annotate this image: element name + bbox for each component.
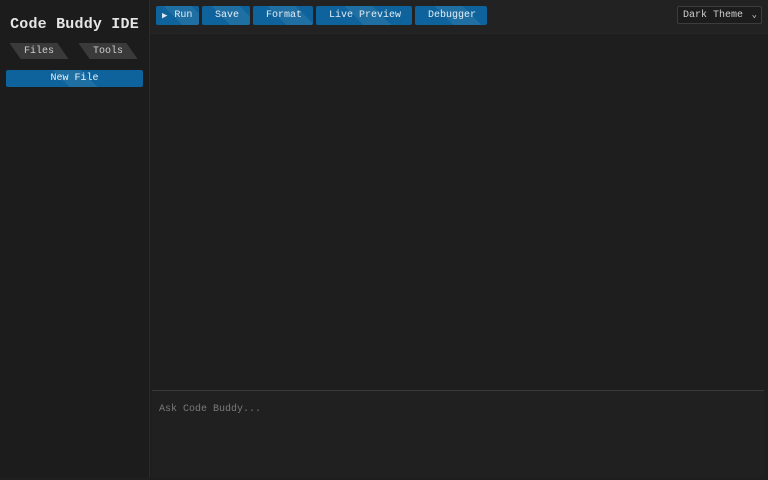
sidebar: Code Buddy IDE Files Tools New File xyxy=(0,0,150,477)
save-label: Save xyxy=(215,10,240,21)
chevron-down-icon: ⌄ xyxy=(751,10,757,20)
tab-tools-label: Tools xyxy=(92,45,123,57)
theme-select-value: Dark Theme xyxy=(683,9,744,21)
run-button[interactable]: ▶ Run xyxy=(156,6,199,25)
run-label: Run xyxy=(174,10,193,21)
chat-input[interactable]: Ask Code Buddy... xyxy=(159,404,261,415)
debugger-button[interactable]: Debugger xyxy=(415,6,487,25)
format-button[interactable]: Format xyxy=(253,6,313,25)
new-file-label: New File xyxy=(50,73,99,84)
save-button[interactable]: Save xyxy=(202,6,250,25)
new-file-button[interactable]: New File xyxy=(6,70,143,87)
tab-tools[interactable]: Tools xyxy=(84,43,132,59)
format-label: Format xyxy=(266,10,303,21)
tab-files[interactable]: Files xyxy=(15,43,63,59)
debugger-label: Debugger xyxy=(428,10,477,21)
toolbar: ▶ Run Save Format Live Preview Debugger … xyxy=(150,0,768,34)
ide-window: Code Buddy IDE Files Tools New File ▶ Ru… xyxy=(0,0,768,480)
tab-files-label: Files xyxy=(23,45,54,57)
live-preview-label: Live Preview xyxy=(329,10,402,21)
live-preview-button[interactable]: Live Preview xyxy=(316,6,412,25)
chat-panel: Ask Code Buddy... xyxy=(152,391,764,477)
play-icon: ▶ xyxy=(162,10,168,21)
app-title: Code Buddy IDE xyxy=(10,16,139,33)
theme-select[interactable]: Dark Theme ⌄ xyxy=(677,6,762,24)
code-editor[interactable] xyxy=(150,34,768,390)
